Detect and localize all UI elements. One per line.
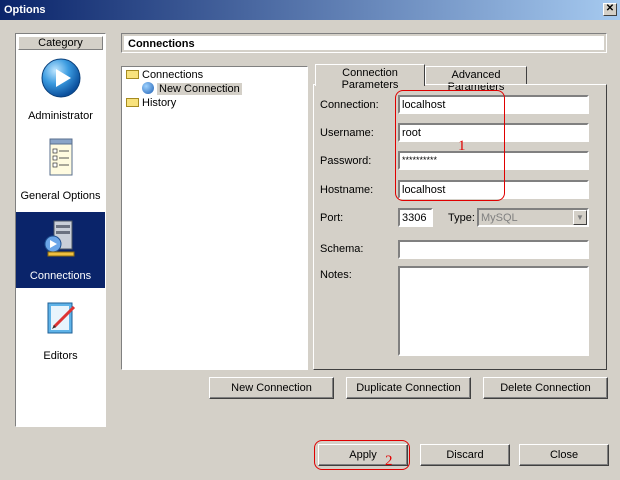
title-bar: Options ✕ bbox=[0, 0, 620, 20]
sidebar-item-editors[interactable]: Editors bbox=[16, 292, 105, 368]
tree-item-label: New Connection bbox=[157, 83, 242, 95]
duplicate-connection-button[interactable]: Duplicate Connection bbox=[346, 377, 471, 399]
section-title: Connections bbox=[124, 36, 604, 50]
edit-icon bbox=[47, 302, 76, 334]
port-field[interactable]: 3306 bbox=[398, 208, 433, 227]
hostname-label: Hostname: bbox=[320, 184, 374, 196]
annotation-marker-2: 2 bbox=[385, 453, 393, 469]
server-icon bbox=[44, 220, 75, 257]
type-select-value: MySQL bbox=[481, 212, 518, 224]
username-label: Username: bbox=[320, 127, 374, 139]
sidebar-item-label: Connections bbox=[29, 270, 92, 282]
checklist-icon bbox=[49, 138, 73, 176]
sidebar-item-label: Editors bbox=[43, 350, 78, 362]
tree-item-label: Connections bbox=[142, 69, 204, 81]
type-select[interactable]: MySQL ▼ bbox=[477, 208, 589, 227]
discard-button[interactable]: Discard bbox=[420, 444, 510, 466]
window-title: Options bbox=[4, 4, 46, 16]
port-label: Port: bbox=[320, 212, 344, 224]
sidebar-item-label: General Options bbox=[20, 190, 101, 202]
globe-icon bbox=[142, 82, 154, 95]
sidebar-item-administrator[interactable]: Administrator bbox=[16, 52, 105, 128]
play-icon bbox=[41, 58, 81, 98]
connection-tree[interactable]: Connections New Connection History bbox=[121, 66, 308, 370]
chevron-down-icon[interactable]: ▼ bbox=[573, 210, 587, 225]
sidebar-item-connections[interactable]: Connections bbox=[16, 212, 105, 288]
annotation-marker-1: 1 bbox=[458, 138, 466, 154]
folder-icon bbox=[126, 97, 139, 107]
close-icon[interactable]: ✕ bbox=[603, 3, 617, 16]
tree-item-label: History bbox=[142, 97, 177, 109]
tab-advanced-parameters[interactable]: Advanced Parameters bbox=[425, 66, 527, 93]
schema-field[interactable] bbox=[398, 240, 589, 259]
tab-connection-parameters[interactable]: Connection Parameters bbox=[315, 64, 425, 91]
notes-label: Notes: bbox=[320, 269, 352, 281]
schema-label: Schema: bbox=[320, 243, 364, 255]
sidebar-item-label: Administrator bbox=[28, 110, 93, 122]
delete-connection-button[interactable]: Delete Connection bbox=[483, 377, 608, 399]
category-sidebar: Category Administrator General Options C… bbox=[15, 33, 106, 427]
section-header: Connections bbox=[121, 33, 607, 53]
new-connection-button[interactable]: New Connection bbox=[209, 377, 334, 399]
password-label: Password: bbox=[320, 155, 372, 167]
tree-item-connections[interactable]: Connections bbox=[126, 69, 203, 82]
notes-textarea[interactable] bbox=[398, 266, 589, 356]
folder-icon bbox=[126, 69, 139, 79]
tree-item-history[interactable]: History bbox=[126, 97, 176, 110]
annotation-box-2 bbox=[314, 440, 410, 470]
category-header: Category bbox=[18, 36, 103, 50]
tree-item-new-connection[interactable]: New Connection bbox=[142, 82, 242, 96]
connection-label: Connection: bbox=[320, 99, 379, 111]
close-button[interactable]: Close bbox=[519, 444, 609, 466]
sidebar-item-general-options[interactable]: General Options bbox=[16, 132, 105, 208]
annotation-box-1 bbox=[395, 90, 505, 201]
type-label: Type: bbox=[448, 212, 475, 224]
